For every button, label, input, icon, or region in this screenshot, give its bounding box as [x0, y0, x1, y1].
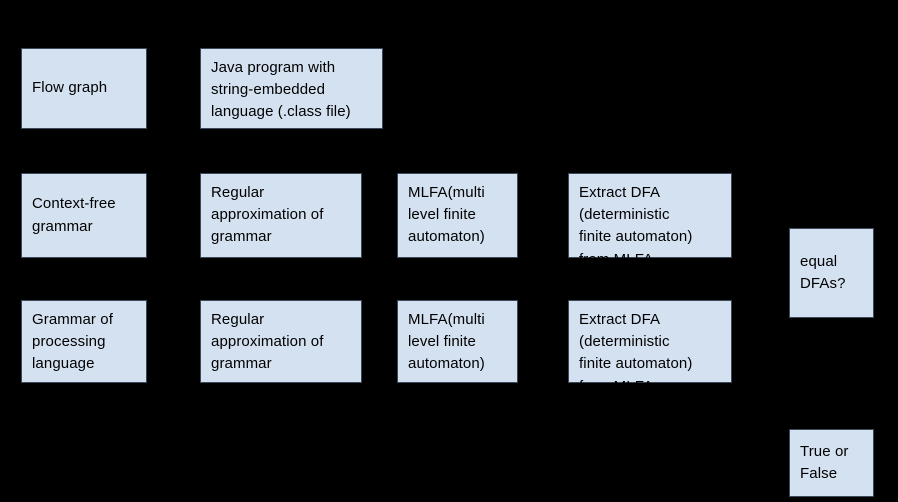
node-flow-graph: Flow graph [21, 48, 147, 129]
node-true-or-false: True or False [789, 429, 874, 497]
node-equal-dfas: equal DFAs? [789, 228, 874, 318]
diagram-canvas: Flow graph Java program with string-embed… [0, 0, 898, 502]
node-java-program: Java program with string-embedded langua… [200, 48, 383, 129]
node-mlfa-top: MLFA(multi level finite automaton) [397, 173, 518, 258]
node-mlfa-bottom: MLFA(multi level finite automaton) [397, 300, 518, 383]
node-context-free-grammar: Context-free grammar [21, 173, 147, 258]
node-regular-approximation-bottom: Regular approximation of grammar [200, 300, 362, 383]
node-extract-dfa-top: Extract DFA (deterministic finite automa… [568, 173, 732, 268]
node-regular-approximation-top: Regular approximation of grammar [200, 173, 362, 258]
node-extract-dfa-bottom: Extract DFA (deterministic finite automa… [568, 300, 732, 395]
node-grammar-of-processing-language: Grammar of processing language [21, 300, 147, 383]
